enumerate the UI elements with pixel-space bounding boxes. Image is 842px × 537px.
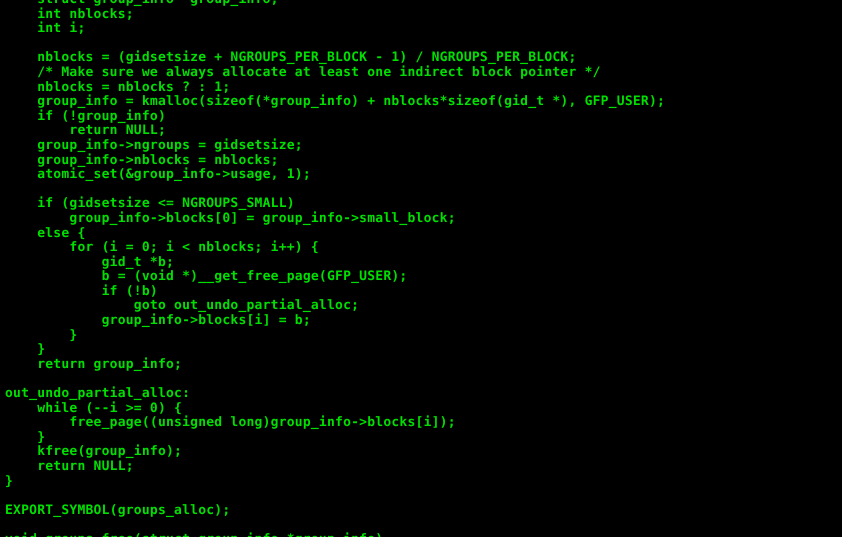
code-line: for (i = 0; i < nblocks; i++) { <box>5 240 319 256</box>
code-line: if (!group_info) <box>5 108 166 124</box>
code-line: kfree(group_info); <box>5 444 183 460</box>
code-line: EXPORT_SYMBOL(groups_alloc); <box>5 502 231 518</box>
code-line: free_page((unsigned long)group_info->blo… <box>5 415 456 431</box>
code-line: nblocks = nblocks ? : 1; <box>5 79 231 95</box>
code-line: return NULL; <box>5 123 166 139</box>
code-line: group_info = kmalloc(sizeof(*group_info)… <box>5 94 666 110</box>
code-line: } <box>5 327 78 343</box>
code-text-surface[interactable]: struct group_info *group_info; int nbloc… <box>5 0 665 537</box>
code-line: if (!b) <box>5 283 158 299</box>
code-line: int i; <box>5 21 86 37</box>
code-line: if (gidsetsize <= NGROUPS_SMALL) <box>5 196 295 212</box>
code-line: } <box>5 429 46 445</box>
code-line: group_info->nblocks = nblocks; <box>5 152 279 168</box>
code-line: else { <box>5 225 86 241</box>
code-line: } <box>5 473 14 489</box>
code-line: b = (void *)__get_free_page(GFP_USER); <box>5 269 408 285</box>
code-line: /* Make sure we always allocate at least… <box>5 64 601 80</box>
code-line: return group_info; <box>5 356 183 372</box>
code-line: atomic_set(&group_info->usage, 1); <box>5 167 311 183</box>
code-line: group_info->blocks[i] = b; <box>5 313 311 329</box>
code-line: void groups_free(struct group_info *grou… <box>5 532 665 537</box>
terminal-window[interactable]: struct group_info *group_info; int nbloc… <box>0 0 842 537</box>
code-line: goto out_undo_partial_alloc; <box>5 298 360 314</box>
code-line: gid_t *b; <box>5 254 175 270</box>
code-line: group_info->blocks[0] = group_info->smal… <box>5 210 456 226</box>
code-line: out_undo_partial_alloc: <box>5 386 191 402</box>
code-line: int nblocks; <box>5 6 134 22</box>
code-line: } <box>5 342 46 358</box>
code-line: while (--i >= 0) { <box>5 400 183 416</box>
code-line: group_info->ngroups = gidsetsize; <box>5 137 303 153</box>
code-line: return NULL; <box>5 459 134 474</box>
code-line: nblocks = (gidsetsize + NGROUPS_PER_BLOC… <box>5 50 577 66</box>
